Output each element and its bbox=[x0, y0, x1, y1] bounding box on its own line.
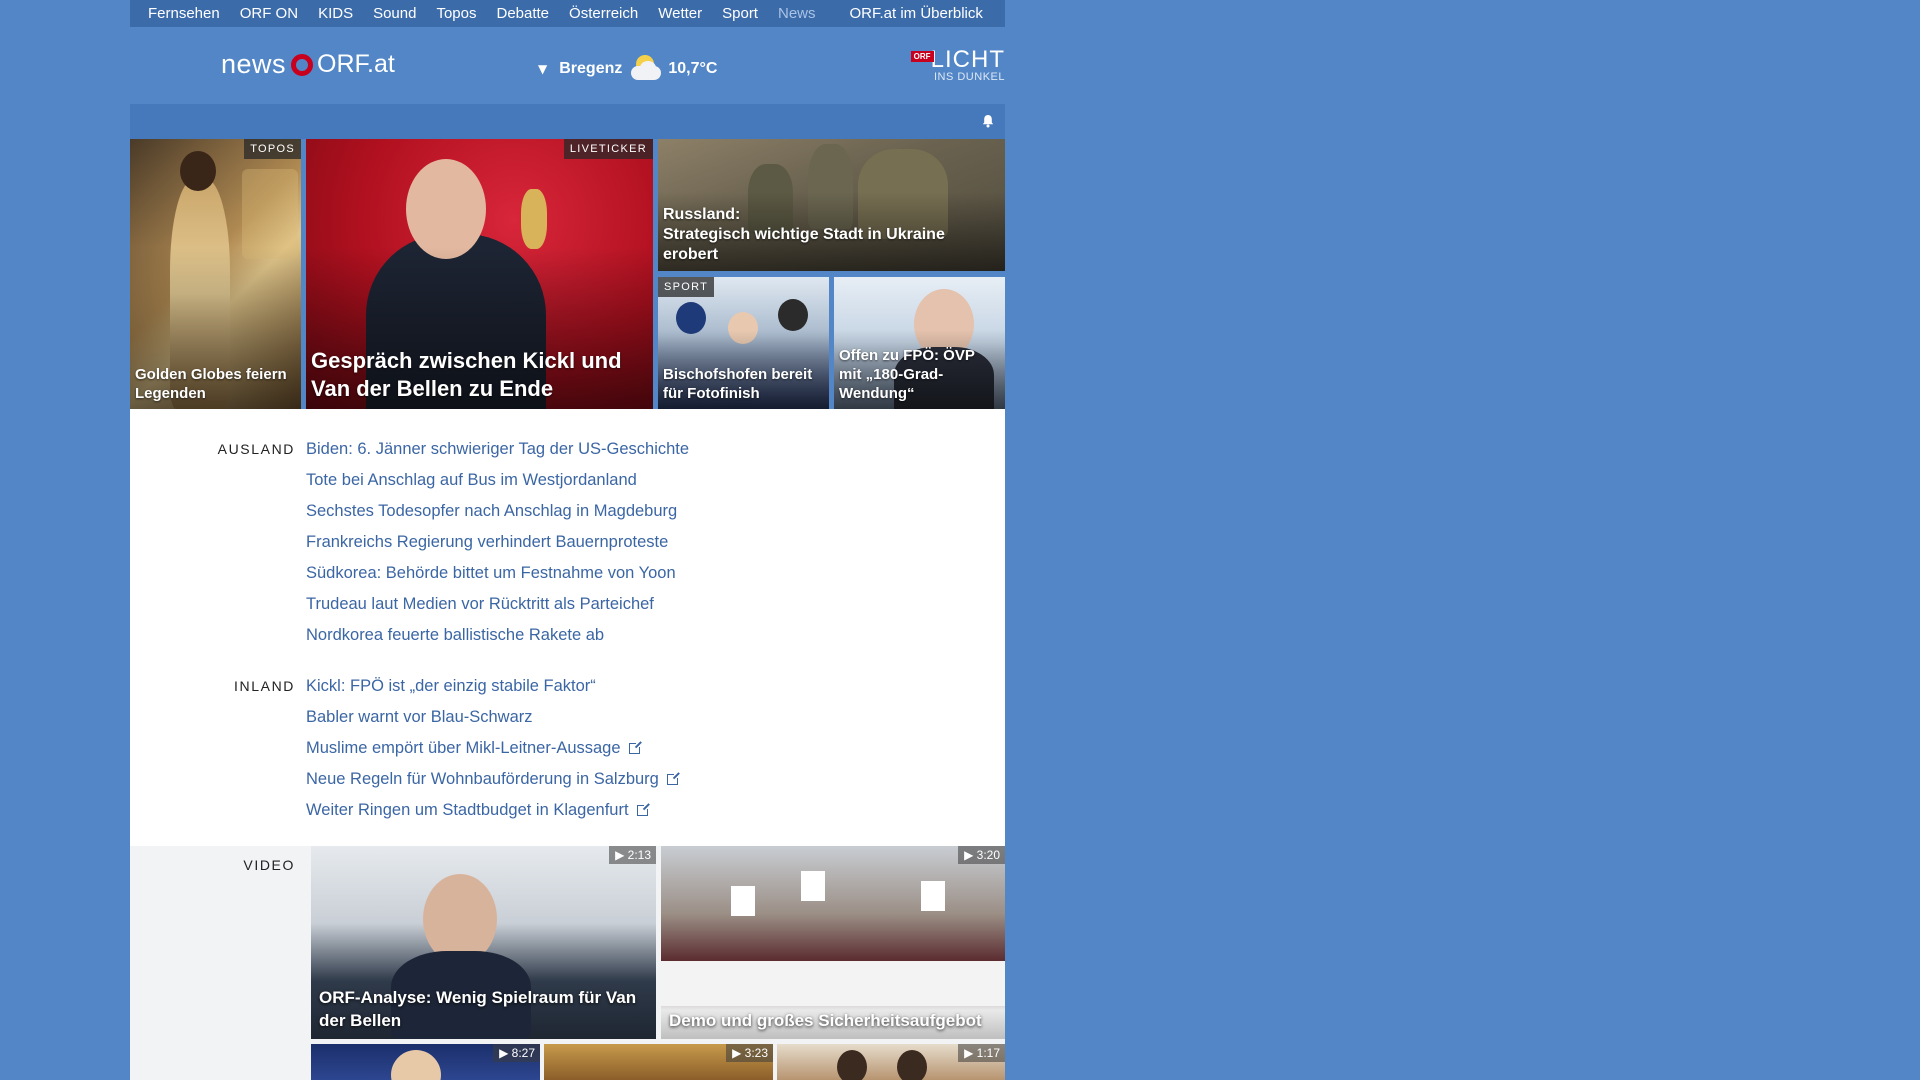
weather-city: Bregenz bbox=[559, 60, 623, 77]
video-duration: ▶ 3:20 bbox=[958, 846, 1005, 864]
sport-tag: SPORT bbox=[658, 277, 715, 297]
news-link[interactable]: Trudeau laut Medien vor Rücktritt als Pa… bbox=[306, 593, 689, 624]
hero-caption: Russland: Strategisch wichtige Stadt in … bbox=[663, 206, 945, 263]
section-label: AUSLAND bbox=[217, 441, 295, 457]
weather-widget[interactable]: ▼ Bregenz 10,7°C bbox=[538, 53, 717, 85]
hero-caption: Golden Globes feiern Legenden bbox=[135, 366, 287, 402]
weather-temp: 10,7°C bbox=[668, 60, 718, 77]
external-link-icon bbox=[666, 772, 680, 785]
bell-icon[interactable] bbox=[981, 114, 995, 128]
external-link-icon bbox=[628, 741, 642, 754]
hero-caption: Offen zu FPÖ: ÖVP mit „180-Grad-Wendung“ bbox=[839, 347, 975, 402]
hero-tile-russland[interactable]: Russland: Strategisch wichtige Stadt in … bbox=[658, 139, 1005, 271]
campaign-line1: LICHT bbox=[930, 46, 1005, 73]
news-lists: AUSLAND Biden: 6. Jänner schwieriger Tag… bbox=[130, 409, 1005, 846]
hero-tile-oevp[interactable]: Offen zu FPÖ: ÖVP mit „180-Grad-Wendung“ bbox=[834, 277, 1005, 409]
site-header: news ORF.at ▼ Bregenz 10,7°C ORF LICHT I… bbox=[130, 27, 1005, 104]
nav-sport[interactable]: Sport bbox=[712, 5, 768, 22]
page: Fernsehen ORF ON KIDS Sound Topos Debatt… bbox=[130, 0, 1005, 1080]
video-tile-orf-analyse[interactable]: ▶ 2:13 ORF-Analyse: Wenig Spielraum für … bbox=[311, 846, 656, 1039]
video-caption: Demo und großes Sicherheitsaufgebot bbox=[669, 1011, 982, 1030]
news-link[interactable]: Sechstes Todesopfer nach Anschlag in Mag… bbox=[306, 500, 689, 531]
hero-tile-bischofshofen[interactable]: SPORT Bischofshofen bereit für Fotofinis… bbox=[658, 277, 829, 409]
nav-wetter[interactable]: Wetter bbox=[648, 5, 712, 22]
licht-ins-dunkel-logo[interactable]: ORF LICHT INS DUNKEL bbox=[910, 46, 1005, 83]
logo-orf-text: ORF.at bbox=[317, 50, 395, 78]
video-caption: ORF-Analyse: Wenig Spielraum für Van der… bbox=[319, 988, 637, 1030]
nav-orf-on[interactable]: ORF ON bbox=[230, 5, 308, 22]
nav-overview[interactable]: ORF.at im Überblick bbox=[840, 5, 993, 22]
section-label: VIDEO bbox=[243, 857, 295, 873]
video-duration: ▶ 1:17 bbox=[958, 1044, 1005, 1062]
news-link[interactable]: Weiter Ringen um Stadtbudget in Klagenfu… bbox=[306, 799, 678, 830]
news-link[interactable]: Frankreichs Regierung verhindert Bauernp… bbox=[306, 531, 689, 562]
orf-ring-icon bbox=[291, 53, 314, 76]
hero-caption: Gespräch zwischen Kickl und Van der Bell… bbox=[311, 348, 622, 401]
logo-news-text: news bbox=[221, 49, 287, 79]
nav-sound[interactable]: Sound bbox=[363, 5, 426, 22]
news-link[interactable]: Kickl: FPÖ ist „der einzig stabile Fakto… bbox=[306, 675, 678, 706]
nav-kids[interactable]: KIDS bbox=[308, 5, 363, 22]
topos-tag: TOPOS bbox=[244, 139, 301, 159]
nav-topos[interactable]: Topos bbox=[426, 5, 486, 22]
nav-debatte[interactable]: Debatte bbox=[486, 5, 559, 22]
video-tile-demo[interactable]: ▶ 3:20 Demo und großes Sicherheitsaufgeb… bbox=[661, 846, 1005, 1039]
video-tile-5[interactable]: ▶ 1:17 bbox=[777, 1044, 1005, 1080]
news-link[interactable]: Südkorea: Behörde bittet um Festnahme vo… bbox=[306, 562, 689, 593]
video-tile-4[interactable]: ▶ 3:23 bbox=[544, 1044, 773, 1080]
video-tile-3[interactable]: ▶ 8:27 bbox=[311, 1044, 540, 1080]
toolbar bbox=[130, 104, 1005, 139]
campaign-line2: INS DUNKEL bbox=[933, 71, 1005, 83]
news-link[interactable]: Neue Regeln für Wohnbauförderung in Salz… bbox=[306, 768, 680, 799]
news-link[interactable]: Nordkorea feuerte ballistische Rakete ab bbox=[306, 624, 689, 655]
nav-oesterreich[interactable]: Österreich bbox=[559, 5, 648, 22]
news-link[interactable]: Tote bei Anschlag auf Bus im Westjordanl… bbox=[306, 469, 689, 500]
section-label: INLAND bbox=[234, 678, 295, 694]
dropdown-triangle-icon: ▼ bbox=[538, 62, 548, 76]
video-duration: ▶ 3:23 bbox=[726, 1044, 773, 1062]
partly-cloudy-icon bbox=[628, 53, 664, 85]
news-link[interactable]: Babler warnt vor Blau-Schwarz bbox=[306, 706, 678, 737]
liveticker-tag: LIVETICKER bbox=[563, 139, 653, 159]
nav-news[interactable]: News bbox=[768, 5, 826, 22]
news-link[interactable]: Muslime empört über Mikl-Leitner-Aussage bbox=[306, 737, 678, 768]
hero-tile-golden-globes[interactable]: TOPOS Golden Globes feiern Legenden bbox=[130, 139, 301, 409]
section-video: VIDEO ▶ 2:13 ORF-Analyse: Wenig Spielrau… bbox=[130, 846, 1005, 1080]
orf-badge: ORF bbox=[910, 51, 934, 62]
external-link-icon bbox=[636, 803, 650, 816]
nav-fernsehen[interactable]: Fernsehen bbox=[130, 5, 230, 22]
hero-tile-kickl[interactable]: LIVETICKER Gespräch zwischen Kickl und V… bbox=[306, 139, 653, 409]
news-link[interactable]: Biden: 6. Jänner schwieriger Tag der US-… bbox=[306, 438, 689, 469]
top-nav: Fernsehen ORF ON KIDS Sound Topos Debatt… bbox=[130, 0, 1005, 27]
news-orf-logo[interactable]: news ORF.at bbox=[221, 49, 395, 80]
hero-caption: Bischofshofen bereit für Fotofinish bbox=[663, 366, 813, 402]
video-duration: ▶ 2:13 bbox=[609, 846, 656, 864]
video-duration: ▶ 8:27 bbox=[493, 1044, 540, 1062]
